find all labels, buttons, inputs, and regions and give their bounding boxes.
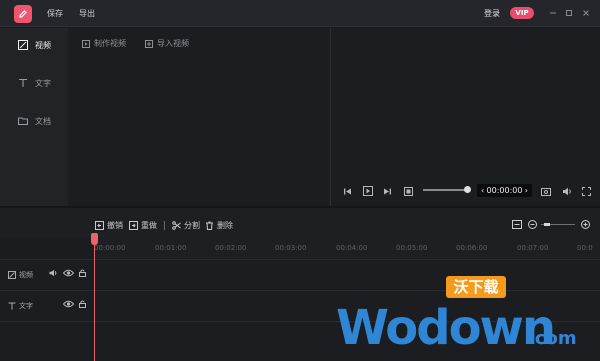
make-video-button[interactable]: 制作视频 (82, 38, 126, 49)
delete-button[interactable]: 删除 (205, 220, 233, 231)
import-video-label: 导入视频 (157, 39, 189, 48)
zoom-slider[interactable] (541, 220, 575, 229)
eye-icon[interactable] (63, 300, 74, 308)
export-menu[interactable]: 导出 (79, 8, 95, 19)
ruler-tick: 00:06:00 (456, 244, 488, 252)
timeline-toolbar: 撤销 重做 分割 删除 (0, 208, 600, 238)
stop-icon[interactable] (402, 185, 414, 197)
media-panel: 制作视频 导入视频 (68, 28, 331, 206)
volume-icon[interactable] (561, 185, 573, 197)
ruler-tick: 00:00:00 (94, 244, 126, 252)
undo-label: 撤销 (107, 221, 123, 230)
text-track-icon (8, 302, 16, 310)
ruler-tick: 00:04:00 (336, 244, 368, 252)
play-icon[interactable] (362, 185, 374, 197)
minimize-icon[interactable] (547, 7, 559, 19)
play-square-icon (82, 39, 90, 48)
zoom-in-button[interactable] (581, 220, 590, 229)
playhead-handle[interactable] (91, 233, 98, 245)
redo-label: 重做 (141, 221, 157, 230)
lock-icon[interactable] (79, 269, 86, 277)
zoom-slider-track (541, 223, 575, 226)
undo-icon (95, 221, 104, 230)
sidebar-item-label: 文字 (35, 78, 51, 88)
skip-back-icon[interactable] (341, 185, 353, 197)
lock-icon[interactable] (79, 300, 86, 308)
time-display: ‹ 00:00:00 › (477, 184, 532, 197)
track-controls (49, 269, 86, 277)
scissors-icon (172, 221, 181, 230)
watermark-text: Wodown (336, 300, 556, 356)
ruler-tick: 00:03:00 (275, 244, 307, 252)
delete-label: 删除 (217, 221, 233, 230)
close-icon[interactable] (580, 7, 592, 19)
ruler-tick: 00:07:00 (517, 244, 549, 252)
playhead-line[interactable] (94, 234, 95, 361)
ruler-tick: 00:02:00 (215, 244, 247, 252)
login-button[interactable]: 登录 (484, 8, 500, 19)
time-next-icon[interactable]: › (525, 186, 528, 195)
fullscreen-icon[interactable] (580, 185, 592, 197)
import-video-button[interactable]: 导入视频 (145, 38, 189, 49)
watermark-badge: 沃下载 (446, 276, 506, 298)
fit-timeline-button[interactable] (512, 220, 522, 229)
progress-handle[interactable] (464, 186, 471, 193)
redo-button[interactable]: 重做 (129, 220, 157, 231)
zoom-in-icon (581, 220, 590, 229)
folder-icon (18, 117, 28, 125)
preview-panel (332, 28, 600, 206)
screenshot-icon[interactable] (540, 185, 552, 197)
video-icon (18, 40, 28, 50)
sidebar-item-label: 文档 (35, 116, 51, 126)
split-label: 分割 (184, 221, 200, 230)
timeline-ruler[interactable]: 00:00:00 00:01:00 00:02:00 00:03:00 00:0… (93, 238, 600, 258)
sidebar: 视频 文字 文档 (0, 28, 68, 206)
trash-icon (206, 221, 213, 230)
zoom-out-icon (528, 220, 537, 229)
save-menu[interactable]: 保存 (47, 8, 63, 19)
ruler-tick: 00:01:00 (155, 244, 187, 252)
volume-icon[interactable] (49, 269, 58, 277)
fit-icon (512, 220, 522, 229)
watermark: 沃下载 Wodown .com (336, 276, 596, 361)
undo-button[interactable]: 撤销 (95, 220, 123, 231)
preview-progress-bar[interactable] (423, 189, 467, 191)
sidebar-item-video[interactable]: 视频 (0, 28, 68, 62)
plus-square-icon (145, 39, 153, 48)
video-track-icon (8, 271, 16, 279)
zoom-out-button[interactable] (528, 220, 537, 229)
track-label: 视频 (19, 271, 33, 279)
maximize-icon[interactable] (563, 7, 575, 19)
app-logo-icon (14, 5, 32, 23)
sidebar-item-label: 视频 (35, 40, 51, 50)
text-icon (19, 78, 27, 87)
track-label: 文字 (19, 302, 33, 310)
eye-icon[interactable] (63, 269, 74, 277)
redo-icon (129, 221, 138, 230)
ruler-tick: 00:0 (577, 244, 593, 252)
watermark-domain: .com (528, 328, 577, 349)
skip-forward-icon[interactable] (381, 185, 393, 197)
ruler-tick: 00:05:00 (396, 244, 428, 252)
time-value: 00:00:00 (486, 186, 523, 195)
split-button[interactable]: 分割 (172, 220, 200, 231)
toolbar-separator (164, 221, 165, 230)
vip-badge[interactable]: VIP (510, 7, 534, 19)
sidebar-item-text[interactable]: 文字 (0, 66, 68, 100)
track-controls (63, 300, 86, 308)
sidebar-item-document[interactable]: 文档 (0, 104, 68, 138)
title-bar: 保存 导出 登录 VIP (0, 0, 600, 27)
time-prev-icon[interactable]: ‹ (481, 186, 484, 195)
make-video-label: 制作视频 (94, 39, 126, 48)
